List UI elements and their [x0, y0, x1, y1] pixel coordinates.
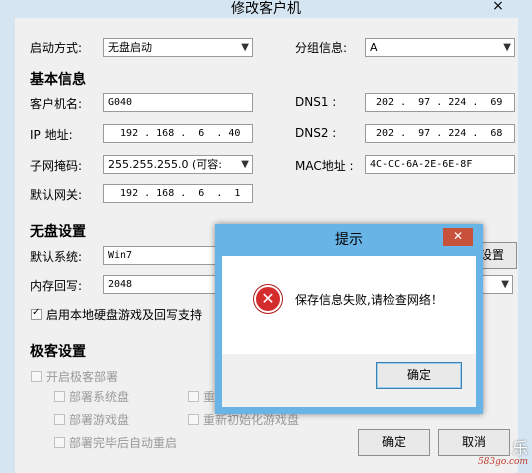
client-name-input[interactable]: G040	[103, 93, 253, 112]
group-value: A	[370, 41, 378, 54]
error-icon: ✕	[254, 285, 282, 313]
dialog-body: ✕ 保存信息失败,请检查网络！	[222, 256, 476, 354]
boot-mode-select[interactable]: 无盘启动 ▼	[103, 38, 253, 57]
group-select[interactable]: A ▼	[365, 38, 515, 57]
chevron-down-icon: ▼	[241, 159, 249, 170]
dialog-footer: 确定	[222, 354, 476, 407]
dns1-label: DNS1 :	[295, 95, 337, 109]
client-name-label: 客户机名:	[30, 97, 83, 111]
enable-jike-checkbox[interactable]	[31, 371, 42, 382]
chevron-down-icon: ▼	[501, 279, 509, 290]
chevron-down-icon: ▼	[503, 42, 511, 53]
dns1-input[interactable]: 202 . 97 . 224 . 69	[365, 93, 515, 112]
watermark-site: 583go.com	[477, 457, 528, 467]
deploy-game-checkbox[interactable]	[54, 414, 65, 425]
ip-address-input[interactable]: 192 . 168 . 6 . 40	[103, 124, 253, 143]
deploy-system-label: 部署系统盘	[69, 390, 130, 404]
ip-label: IP 地址:	[30, 128, 73, 142]
ok-button[interactable]: 确定	[358, 429, 430, 456]
dns2-label: DNS2 :	[295, 126, 337, 140]
mac-address-input[interactable]: 4C-CC-6A-2E-6E-8F	[365, 155, 515, 174]
local-disk-checkbox[interactable]	[31, 307, 42, 320]
cache-select-partial[interactable]: ▼	[481, 275, 513, 294]
auto-reboot-label: 部署完毕后自动重启	[69, 436, 178, 450]
diskless-heading: 无盘设置	[30, 224, 86, 240]
gateway-input[interactable]: 192 . 168 . 6 . 1	[103, 184, 253, 203]
auto-reboot-checkbox[interactable]	[54, 437, 65, 448]
group-label: 分组信息:	[295, 41, 348, 55]
deploy-game-label: 部署游戏盘	[69, 413, 130, 427]
window-title: 修改客户机	[231, 1, 301, 17]
dns2-input[interactable]: 202 . 97 . 224 . 68	[365, 124, 515, 143]
dialog-message: 保存信息失败,请检查网络！	[295, 293, 443, 307]
subnet-mask-value: 255.255.255.0 (可容:	[108, 158, 222, 171]
local-disk-label: 启用本地硬盘游戏及回写支持	[46, 308, 203, 322]
dialog-ok-button[interactable]: 确定	[376, 362, 462, 389]
reinit-system-label: 重	[203, 390, 216, 404]
enable-jike-label: 开启极客部署	[46, 370, 119, 384]
boot-mode-value: 无盘启动	[108, 41, 152, 54]
watermark-logo: 乐	[511, 439, 528, 458]
cache-label: 内存回写:	[30, 279, 83, 293]
gateway-label: 默认网关:	[30, 188, 83, 202]
basic-info-heading: 基本信息	[30, 72, 86, 88]
boot-mode-label: 启动方式:	[30, 41, 83, 55]
default-system-label: 默认系统:	[30, 250, 83, 264]
reinit-game-checkbox[interactable]	[188, 414, 199, 425]
chevron-down-icon: ▼	[241, 42, 249, 53]
window-close-icon[interactable]: ×	[492, 0, 504, 13]
reinit-system-checkbox[interactable]	[188, 391, 199, 402]
deploy-system-checkbox[interactable]	[54, 391, 65, 402]
site-watermark: 乐 583go.com	[450, 435, 528, 469]
dialog-close-icon[interactable]: ✕	[443, 228, 473, 246]
subnet-mask-label: 子网掩码:	[30, 159, 83, 173]
mac-label: MAC地址 :	[295, 159, 354, 173]
subnet-mask-select[interactable]: 255.255.255.0 (可容: ▼	[103, 155, 253, 174]
window-titlebar: 修改客户机 ×	[0, 0, 532, 18]
error-dialog: 提示 ✕ ✕ 保存信息失败,请检查网络！ 确定	[215, 224, 483, 414]
jike-heading: 极客设置	[30, 344, 86, 360]
